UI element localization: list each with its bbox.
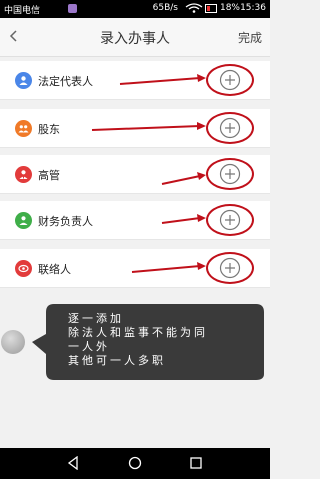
status-bar: 中国电信 65B/s 18% 15:36 <box>0 0 270 18</box>
home-circle-icon[interactable] <box>128 456 142 470</box>
row-label: 高管 <box>38 169 60 182</box>
annotation-oval <box>206 252 254 284</box>
tip-text: 逐一添加 除法人和监事不能为同 一人外 其他可一人多职 <box>68 312 258 368</box>
clock: 15:36 <box>240 3 266 13</box>
annotation-oval <box>206 64 254 96</box>
annotation-oval <box>206 204 254 236</box>
assistant-avatar[interactable] <box>1 330 25 354</box>
nav-bar: 录入办事人 完成 <box>0 18 270 57</box>
contact-icon <box>15 260 32 277</box>
row-label: 财务负责人 <box>38 215 93 228</box>
finance-person-icon <box>15 212 32 229</box>
group-icon <box>15 120 32 137</box>
row-label: 法定代表人 <box>38 75 93 88</box>
annotation-oval <box>206 112 254 144</box>
annotation-oval <box>206 158 254 190</box>
tip-line: 逐一添加 <box>68 312 124 325</box>
tip-line: 除法人和监事不能为同 <box>68 326 208 339</box>
person-icon <box>15 72 32 89</box>
row-label: 联络人 <box>38 263 71 276</box>
page-title: 录入办事人 <box>100 31 170 47</box>
battery-level: 18% <box>219 3 240 13</box>
tip-line: 其他可一人多职 <box>68 354 166 367</box>
done-button[interactable]: 完成 <box>238 29 262 46</box>
manager-icon <box>15 166 32 183</box>
system-nav-bar <box>0 448 270 479</box>
app-notification-icon <box>68 4 77 13</box>
back-triangle-icon[interactable] <box>66 456 80 470</box>
battery-icon <box>205 4 217 13</box>
carrier-label: 中国电信 <box>4 6 41 16</box>
wifi-icon <box>185 3 203 13</box>
recents-square-icon[interactable] <box>189 456 203 470</box>
row-label: 股东 <box>38 123 60 136</box>
tip-line: 一人外 <box>68 340 110 353</box>
net-speed: 65B/s <box>152 3 178 13</box>
